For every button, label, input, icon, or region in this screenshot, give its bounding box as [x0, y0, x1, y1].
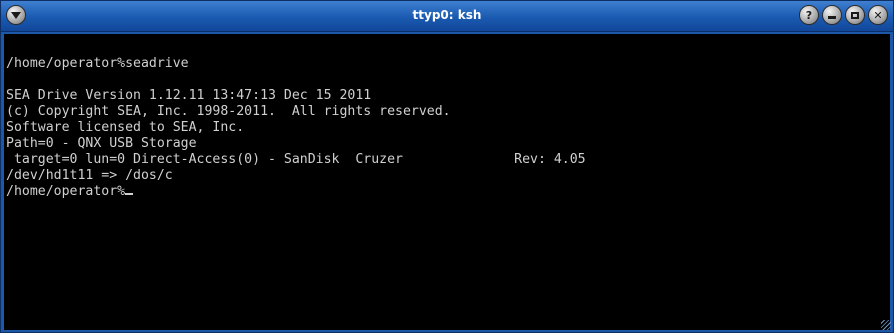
prompt-line: /home/operator%seadrive	[6, 56, 189, 71]
window-controls: ? ✕	[796, 5, 888, 25]
output-line: (c) Copyright SEA, Inc. 1998-2011. All r…	[6, 104, 451, 119]
maximize-button[interactable]	[845, 5, 865, 25]
output-line: target=0 lun=0 Direct-Access(0) - SanDis…	[6, 152, 586, 167]
resize-handle[interactable]	[881, 320, 891, 330]
close-button[interactable]: ✕	[868, 5, 888, 25]
title-bar[interactable]: ttyp0: ksh ? ✕	[1, 1, 893, 32]
output-line: /dev/hd1t11 => /dos/c	[6, 168, 173, 183]
text-cursor	[125, 193, 134, 195]
terminal-window: ttyp0: ksh ? ✕ /home/operator%seadrive S…	[0, 0, 894, 333]
help-icon: ?	[805, 8, 813, 22]
terminal-area[interactable]: /home/operator%seadrive SEA Drive Versio…	[4, 34, 890, 330]
output-line: SEA Drive Version 1.12.11 13:47:13 Dec 1…	[6, 88, 372, 103]
window-title: ttyp0: ksh	[412, 8, 482, 22]
help-button[interactable]: ?	[799, 5, 819, 25]
output-line: Path=0 - QNX USB Storage	[6, 136, 197, 151]
terminal-output: /home/operator%seadrive SEA Drive Versio…	[4, 34, 890, 200]
output-line: Software licensed to SEA, Inc.	[6, 120, 245, 135]
minimize-icon	[828, 16, 836, 19]
close-icon: ✕	[873, 8, 883, 22]
maximize-icon	[851, 11, 859, 19]
minimize-button[interactable]	[822, 5, 842, 25]
current-prompt: /home/operator%	[6, 184, 126, 199]
